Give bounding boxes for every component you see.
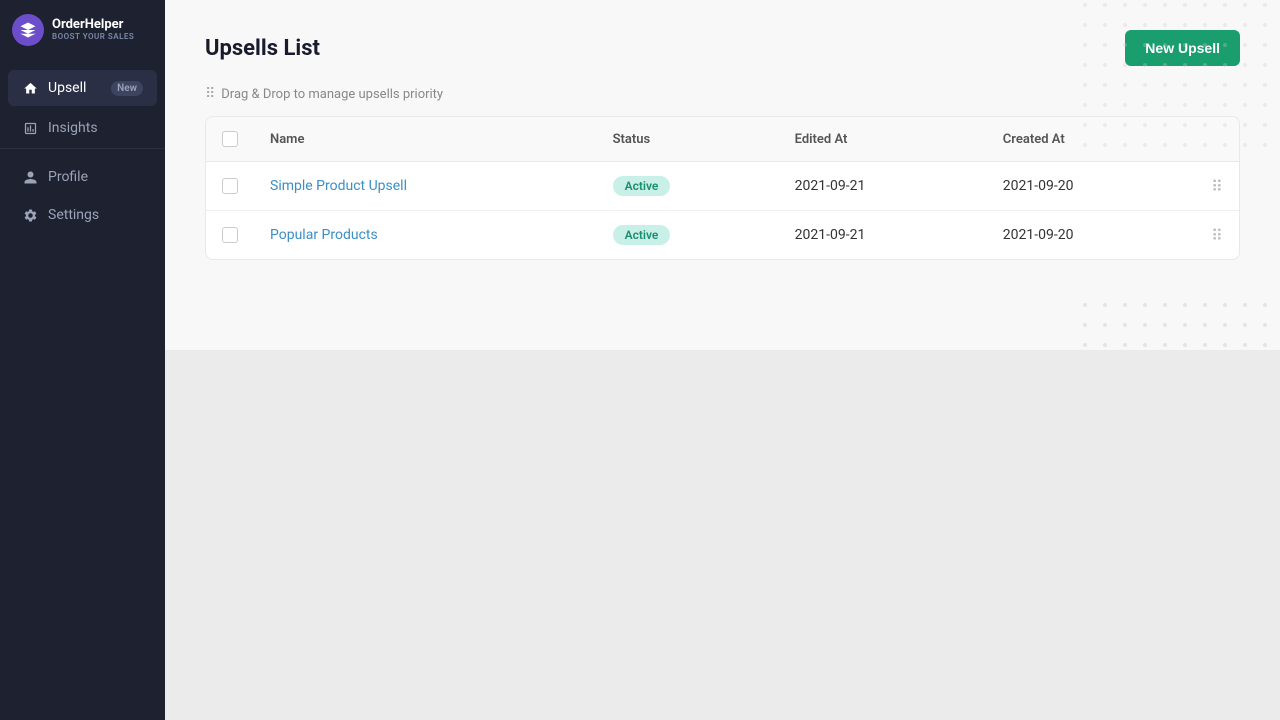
header-actions-col	[1195, 117, 1239, 162]
row-created-at-1: 2021-09-20	[987, 211, 1195, 260]
row-checkbox-0[interactable]	[222, 178, 238, 194]
sidebar-item-profile[interactable]: Profile	[8, 159, 157, 195]
drag-hint-text: Drag & Drop to manage upsells priority	[221, 87, 443, 102]
row-edited-at-0: 2021-09-21	[779, 162, 987, 211]
header-status: Status	[597, 117, 779, 162]
drag-handle-icon-0[interactable]: ⠿	[1211, 177, 1223, 196]
status-badge-0: Active	[613, 176, 671, 196]
logo-text: OrderHelper BOOST YOUR SALES	[52, 18, 134, 41]
logo-area: OrderHelper BOOST YOUR SALES	[0, 0, 165, 60]
header-checkbox[interactable]	[222, 131, 238, 147]
header-name: Name	[254, 117, 597, 162]
sidebar: OrderHelper BOOST YOUR SALES Upsell New …	[0, 0, 165, 720]
upsell-link-1[interactable]: Popular Products	[270, 227, 378, 243]
header-created-at: Created At	[987, 117, 1195, 162]
row-checkbox-1[interactable]	[222, 227, 238, 243]
status-badge-1: Active	[613, 225, 671, 245]
row-checkbox-cell-0	[206, 162, 254, 211]
profile-icon	[22, 169, 38, 185]
table-row: Popular Products Active 2021-09-21 2021-…	[206, 211, 1239, 260]
page-header: Upsells List New Upsell	[205, 30, 1240, 66]
settings-icon	[22, 207, 38, 223]
row-drag-handle-0[interactable]: ⠿	[1195, 162, 1239, 211]
row-status-1: Active	[597, 211, 779, 260]
profile-label: Profile	[48, 169, 143, 185]
insights-label: Insights	[48, 120, 143, 136]
table-row: Simple Product Upsell Active 2021-09-21 …	[206, 162, 1239, 211]
logo-icon	[12, 14, 44, 46]
upsell-badge: New	[111, 81, 143, 96]
row-status-0: Active	[597, 162, 779, 211]
insights-icon	[22, 120, 38, 136]
settings-label: Settings	[48, 207, 143, 223]
drag-handle-icon-1[interactable]: ⠿	[1211, 226, 1223, 245]
row-name-1: Popular Products	[254, 211, 597, 260]
header-checkbox-col	[206, 117, 254, 162]
upsells-table: Name Status Edited At Created At	[206, 117, 1239, 259]
sidebar-item-insights[interactable]: Insights	[8, 110, 157, 146]
sidebar-bottom: Profile Settings	[0, 148, 165, 251]
row-edited-at-1: 2021-09-21	[779, 211, 987, 260]
lower-section	[165, 350, 1280, 720]
upsell-label: Upsell	[48, 80, 101, 96]
row-drag-handle-1[interactable]: ⠿	[1195, 211, 1239, 260]
sidebar-nav: Upsell New Insights Profile Settings	[0, 60, 165, 720]
row-name-0: Simple Product Upsell	[254, 162, 597, 211]
row-created-at-0: 2021-09-20	[987, 162, 1195, 211]
drag-hint: ⠿ Drag & Drop to manage upsells priority	[205, 86, 1240, 102]
home-icon	[22, 80, 38, 96]
app-name: OrderHelper	[52, 18, 134, 32]
page-title: Upsells List	[205, 36, 320, 61]
sidebar-item-upsell[interactable]: Upsell New	[8, 70, 157, 106]
table-header: Name Status Edited At Created At	[206, 117, 1239, 162]
drag-dots-icon: ⠿	[205, 86, 215, 102]
header-edited-at: Edited At	[779, 117, 987, 162]
upsell-link-0[interactable]: Simple Product Upsell	[270, 178, 407, 194]
app-tagline: BOOST YOUR SALES	[52, 33, 134, 42]
row-checkbox-cell-1	[206, 211, 254, 260]
content-area: Upsells List New Upsell ⠿ Drag & Drop to…	[165, 0, 1280, 350]
table-body: Simple Product Upsell Active 2021-09-21 …	[206, 162, 1239, 260]
main-content: Upsells List New Upsell ⠿ Drag & Drop to…	[165, 0, 1280, 720]
new-upsell-button[interactable]: New Upsell	[1125, 30, 1240, 66]
sidebar-item-settings[interactable]: Settings	[8, 197, 157, 233]
upsells-table-container: Name Status Edited At Created At	[205, 116, 1240, 260]
